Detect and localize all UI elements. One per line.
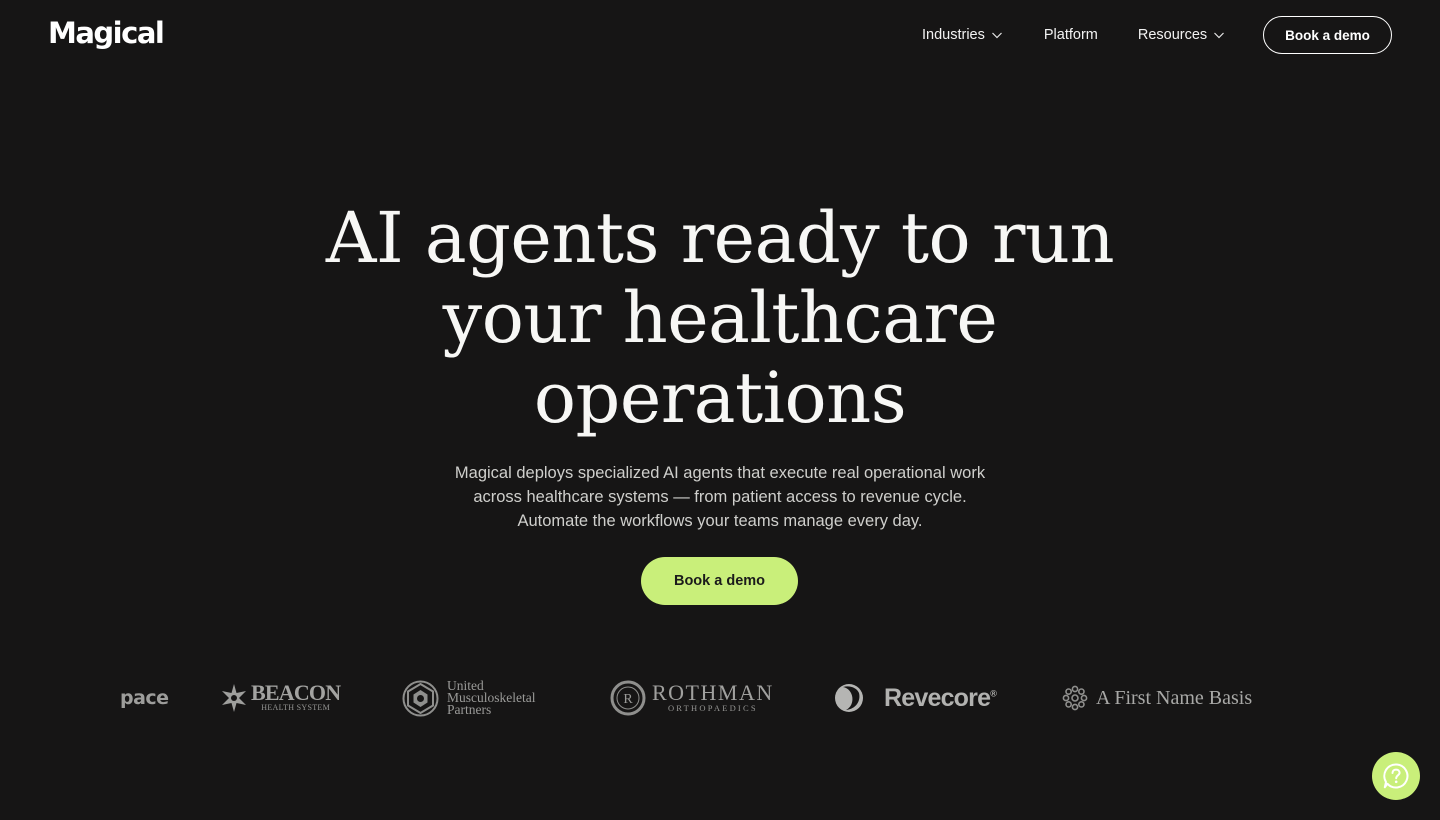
logo-united-musculoskeletal-partners: United Musculoskeletal Partners xyxy=(402,668,535,728)
monogram-circle-icon: R xyxy=(610,680,646,716)
chevron-down-icon xyxy=(1214,32,1225,39)
help-chat-button[interactable] xyxy=(1372,752,1420,800)
nav-item-platform[interactable]: Platform xyxy=(1044,24,1098,46)
logo-revecore: Revecore® xyxy=(834,668,997,728)
nav-item-label: Industries xyxy=(922,27,985,43)
logo-rothman-monogram: R xyxy=(623,692,633,707)
hero-subtitle-line: Automate the workflows your teams manage… xyxy=(517,512,923,530)
hero-title-line: your healthcare xyxy=(442,277,998,359)
main-nav: Industries Platform Resources xyxy=(922,24,1226,46)
logo-beacon-tagline: HEALTH SYSTEM xyxy=(261,703,331,712)
logo-ump-line: Partners xyxy=(447,702,492,717)
logo-space: pace xyxy=(120,668,169,728)
nav-item-industries[interactable]: Industries xyxy=(922,24,1004,46)
chevron-down-icon xyxy=(991,32,1002,39)
hero-subtitle-line: Magical deploys specialized AI agents th… xyxy=(454,464,986,482)
geometric-emblem-icon xyxy=(402,680,439,716)
logo-rothman-orthopaedics: R ROTHMAN ORTHOPAEDICS xyxy=(610,668,774,728)
customer-logos-strip: pace BEACON HEALTH SYSTEM United Musculo… xyxy=(0,668,1440,728)
nav-item-resources[interactable]: Resources xyxy=(1138,24,1226,46)
hero-title: AI agents ready to run your healthcare o… xyxy=(0,198,1440,438)
help-question-icon xyxy=(1383,763,1409,789)
brand-logo[interactable]: Magical xyxy=(48,14,165,52)
nav-item-label: Platform xyxy=(1043,27,1098,43)
nav-item-label: Resources xyxy=(1137,27,1208,43)
hero-book-demo-button[interactable]: Book a demo xyxy=(641,557,798,605)
logo-revecore-name: Revecore xyxy=(884,683,991,712)
hero-title-line: AI agents ready to run xyxy=(325,197,1115,279)
logo-fnb-name: A First Name Basis xyxy=(1096,686,1253,709)
logo-space-text: pace xyxy=(120,687,169,709)
logo-rothman-tagline: ORTHOPAEDICS xyxy=(667,703,758,713)
site-header: Magical Industries Platform Resources Bo… xyxy=(0,0,1440,70)
snowflake-pattern-icon xyxy=(1062,685,1088,711)
hero-subtitle-line: across healthcare systems — from patient… xyxy=(473,488,967,506)
crescent-mark-icon xyxy=(835,684,863,712)
header-book-demo-button[interactable]: Book a demo xyxy=(1263,16,1392,54)
logo-beacon-name: BEACON xyxy=(251,680,341,705)
hero-title-line: operations xyxy=(533,357,907,439)
hero-subtitle: Magical deploys specialized AI agents th… xyxy=(0,461,1440,533)
logo-rothman-name: ROTHMAN xyxy=(652,680,774,705)
star-icon xyxy=(222,684,246,712)
logo-beacon: BEACON HEALTH SYSTEM xyxy=(220,668,341,728)
logo-revecore-mark: ® xyxy=(990,688,997,699)
logo-a-first-name-basis: A First Name Basis xyxy=(1062,668,1252,728)
